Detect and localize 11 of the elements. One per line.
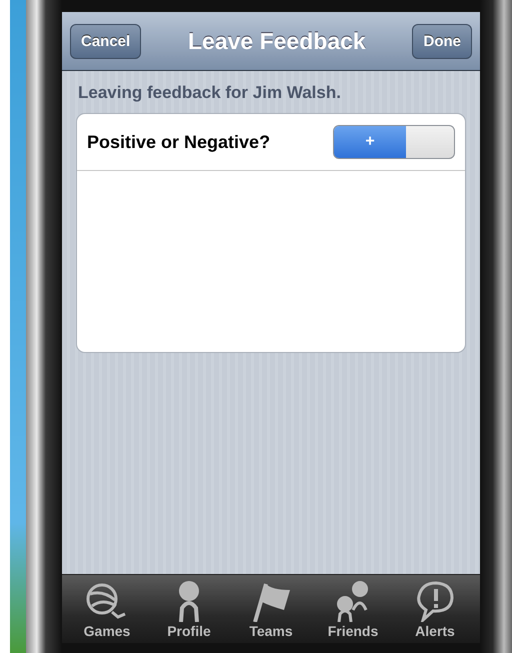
subtitle: Leaving feedback for Jim Walsh. (77, 83, 342, 103)
tab-item[interactable]: Friends (317, 580, 389, 639)
done-button[interactable]: Done (412, 24, 472, 58)
screen-title: Leave Feedback (188, 28, 366, 54)
tab-item[interactable]: Alerts (399, 580, 471, 639)
tab-item[interactable]: Teams (235, 580, 307, 639)
cancel-button[interactable]: Cancel (70, 24, 142, 58)
tab-item[interactable]: Profile (153, 580, 225, 639)
alert-icon (415, 580, 455, 622)
row-label: Positive or Negative? (87, 132, 270, 152)
tab-item[interactable]: Games (71, 582, 143, 639)
